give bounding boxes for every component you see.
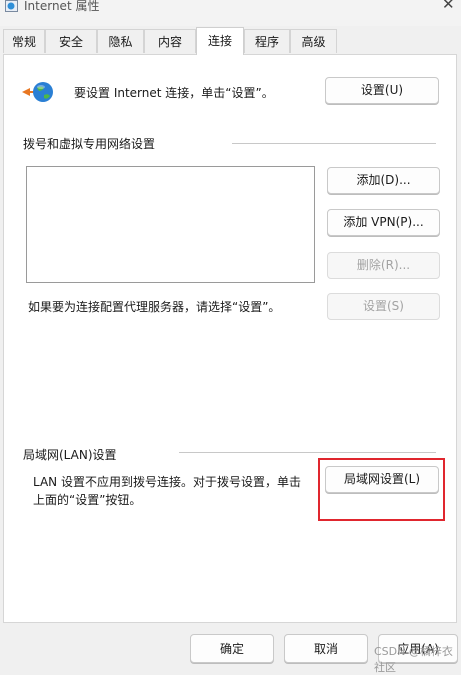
lan-description-line2: 上面的“设置”按钮。 <box>33 493 142 507</box>
tab-advanced[interactable]: 高级 <box>290 29 337 53</box>
cancel-button[interactable]: 取消 <box>284 634 368 663</box>
tab-general[interactable]: 常规 <box>3 29 45 53</box>
setup-button[interactable]: 设置(U) <box>325 77 439 104</box>
tab-content[interactable]: 内容 <box>144 29 196 53</box>
setup-instruction: 要设置 Internet 连接，单击“设置”。 <box>74 86 274 100</box>
window-title: Internet 属性 <box>24 0 100 13</box>
dialup-settings-button[interactable]: 设置(S) <box>327 293 440 320</box>
lan-description-line1: LAN 设置不应用到拨号连接。对于拨号设置，单击 <box>33 475 301 489</box>
title-bar: Internet 属性 ✕ <box>0 0 461 26</box>
lan-group-divider <box>179 452 436 453</box>
tab-connections[interactable]: 连接 <box>196 27 244 55</box>
remove-button[interactable]: 删除(R)... <box>327 252 440 279</box>
tab-privacy[interactable]: 隐私 <box>97 29 144 53</box>
globe-connection-icon <box>22 82 53 102</box>
lan-heading: 局域网(LAN)设置 <box>23 448 117 462</box>
add-vpn-button[interactable]: 添加 VPN(P)... <box>327 209 440 236</box>
lan-settings-highlight <box>318 458 445 521</box>
tab-security[interactable]: 安全 <box>45 29 97 53</box>
dialup-group-divider <box>232 143 436 144</box>
watermark-text: CSDN @橘梓衣社区 <box>374 645 453 674</box>
proxy-hint: 如果要为连接配置代理服务器，请选择“设置”。 <box>28 300 281 314</box>
close-icon[interactable]: ✕ <box>442 0 455 12</box>
connections-listbox[interactable] <box>26 166 315 283</box>
internet-options-icon <box>5 0 18 12</box>
dialup-heading: 拨号和虚拟专用网络设置 <box>23 137 156 151</box>
ok-button[interactable]: 确定 <box>190 634 274 663</box>
add-button[interactable]: 添加(D)... <box>327 167 440 194</box>
tab-programs[interactable]: 程序 <box>244 29 290 53</box>
